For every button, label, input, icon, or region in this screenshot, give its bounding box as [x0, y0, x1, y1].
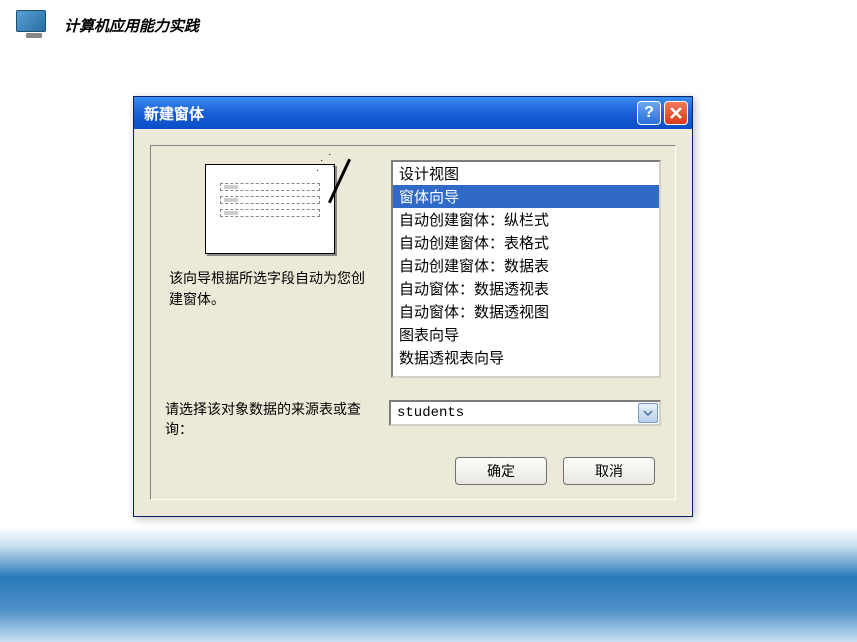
monitor-icon — [16, 10, 52, 40]
list-item[interactable]: 自动窗体：数据透视表 — [393, 277, 659, 300]
list-item[interactable]: 数据透视表向导 — [393, 346, 659, 369]
dialog-titlebar[interactable]: 新建窗体 ? — [134, 97, 692, 129]
source-label: 请选择该对象数据的来源表或查询： — [165, 400, 375, 439]
app-header: 计算机应用能力实践 — [0, 0, 857, 50]
list-item[interactable]: 图表向导 — [393, 323, 659, 346]
source-select[interactable]: students — [389, 400, 661, 426]
list-item[interactable]: 自动创建窗体：数据表 — [393, 254, 659, 277]
form-type-listbox[interactable]: 设计视图窗体向导自动创建窗体：纵栏式自动创建窗体：表格式自动创建窗体：数据表自动… — [391, 160, 661, 378]
app-title: 计算机应用能力实践 — [64, 15, 199, 36]
list-item[interactable]: 自动创建窗体：表格式 — [393, 231, 659, 254]
list-item[interactable]: 自动窗体：数据透视图 — [393, 300, 659, 323]
wand-icon: · · · · — [314, 153, 364, 203]
chevron-down-icon — [643, 410, 653, 416]
dropdown-arrow-button[interactable] — [638, 403, 658, 423]
close-button[interactable] — [664, 101, 688, 125]
dialog-title: 新建窗体 — [144, 103, 637, 124]
list-item[interactable]: 自动创建窗体：纵栏式 — [393, 208, 659, 231]
list-item[interactable]: 窗体向导 — [393, 185, 659, 208]
help-button[interactable]: ? — [637, 101, 661, 125]
wizard-description: 该向导根据所选字段自动为您创建窗体。 — [165, 268, 375, 310]
close-icon — [669, 106, 683, 120]
source-select-value: students — [397, 405, 464, 421]
wizard-preview-icon: · · · · — [205, 164, 335, 254]
ok-button[interactable]: 确定 — [455, 457, 547, 485]
list-item[interactable]: 设计视图 — [393, 162, 659, 185]
cancel-button[interactable]: 取消 — [563, 457, 655, 485]
new-form-dialog: 新建窗体 ? · — [133, 96, 693, 517]
